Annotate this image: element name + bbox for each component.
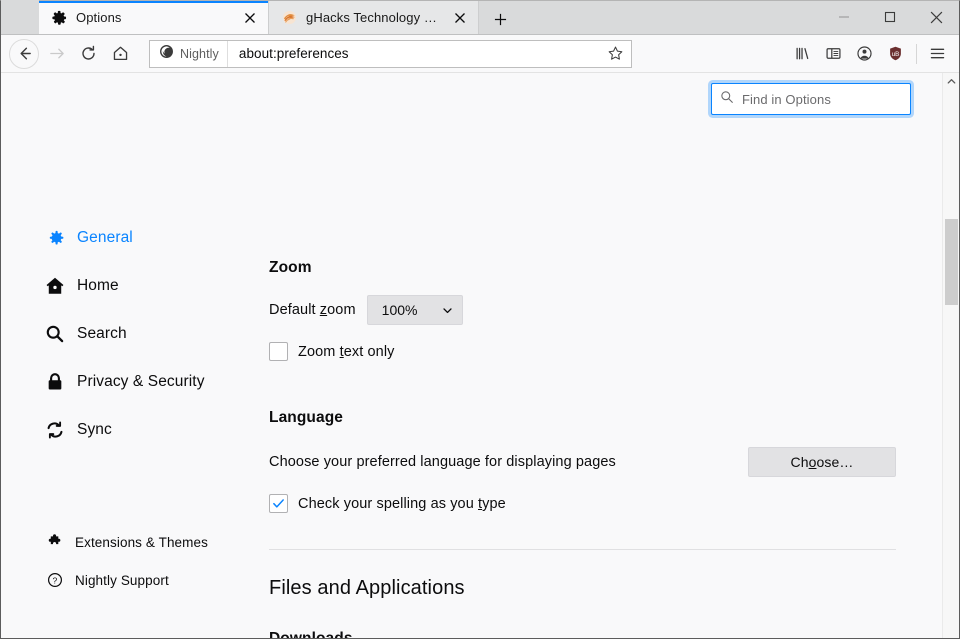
spellcheck-row[interactable]: Check your spelling as you type — [269, 494, 896, 513]
section-divider — [269, 549, 896, 550]
url-text[interactable]: about:preferences — [228, 46, 601, 61]
preferences-sidebar: General Home — [1, 73, 259, 638]
page-scrollbar[interactable] — [942, 73, 959, 638]
close-tab-icon[interactable] — [450, 8, 470, 28]
close-tab-icon[interactable] — [240, 8, 260, 28]
toolbar-divider — [916, 44, 917, 64]
spellcheck-checkbox[interactable] — [269, 494, 288, 513]
language-heading: Language — [269, 409, 896, 427]
back-button[interactable] — [9, 39, 39, 69]
zoom-text-only-checkbox[interactable] — [269, 342, 288, 361]
preferences-root: Find in Options General — [1, 73, 942, 638]
default-zoom-row: Default zoom 100% — [269, 295, 896, 325]
downloads-heading: Downloads — [269, 630, 896, 638]
files-applications-heading: Files and Applications — [269, 577, 896, 600]
tab-label: Options — [76, 10, 234, 25]
puzzle-piece-icon — [47, 534, 63, 550]
scroll-up-arrow-icon[interactable] — [943, 73, 959, 90]
default-zoom-dropdown[interactable]: 100% — [367, 295, 463, 325]
close-button[interactable] — [913, 1, 959, 33]
chevron-down-icon — [442, 305, 453, 316]
files-and-applications-section: Files and Applications Downloads Save fi… — [269, 577, 896, 638]
sidebar-item-label: Search — [77, 325, 127, 343]
sidebar-bottom-group: Extensions & Themes ? Nightly Support — [1, 528, 259, 638]
new-tab-button[interactable] — [483, 4, 517, 34]
tab-strip: Options gHacks Technology News — [1, 1, 959, 35]
tab-label: gHacks Technology News — [306, 10, 444, 25]
sidebar-item-label: General — [77, 229, 133, 247]
svg-text:?: ? — [53, 575, 58, 585]
zoom-text-only-label: Zoom text only — [298, 344, 395, 360]
search-icon — [720, 90, 734, 109]
identity-label: Nightly — [180, 47, 219, 61]
home-icon — [45, 276, 65, 296]
sidebar-item-general[interactable]: General — [1, 221, 259, 255]
minimize-button[interactable] — [821, 1, 867, 33]
hamburger-menu-icon[interactable] — [922, 39, 953, 69]
sidebar-item-sync[interactable]: Sync — [1, 413, 259, 447]
maximize-button[interactable] — [867, 1, 913, 33]
sidebar-item-label: Sync — [77, 421, 112, 439]
toolbar-icon-group: uB — [787, 39, 953, 69]
tab-options[interactable]: Options — [39, 1, 268, 34]
lock-icon — [45, 372, 65, 392]
sidebar-item-label: Nightly Support — [75, 573, 169, 588]
tab-ghacks[interactable]: gHacks Technology News — [268, 1, 479, 34]
preferences-page: Find in Options General — [1, 73, 959, 638]
spellcheck-label: Check your spelling as you type — [298, 496, 506, 512]
library-icon[interactable] — [787, 39, 818, 69]
default-zoom-label: Default zoom — [269, 302, 356, 318]
choose-language-button[interactable]: Choose… — [748, 447, 896, 477]
home-button[interactable] — [105, 39, 135, 69]
language-section: Language Choose your preferred language … — [269, 409, 896, 513]
bookmark-star-icon[interactable] — [601, 41, 629, 67]
address-bar[interactable]: Nightly about:preferences — [149, 40, 632, 68]
sidebar-item-label: Home — [77, 277, 119, 295]
zoom-text-only-row[interactable]: Zoom text only — [269, 342, 896, 361]
ublock-shield-icon[interactable]: uB — [880, 39, 911, 69]
tab-strip-empty-area — [517, 0, 821, 34]
sidebar-item-privacy-security[interactable]: Privacy & Security — [1, 365, 259, 399]
window-controls — [821, 0, 959, 34]
nightly-logo-icon — [159, 44, 174, 64]
forward-button — [41, 39, 71, 69]
sidebar-item-search[interactable]: Search — [1, 317, 259, 351]
gear-icon — [45, 228, 65, 248]
scrollbar-thumb[interactable] — [945, 219, 958, 305]
language-description-row: Choose your preferred language for displ… — [269, 447, 896, 477]
zoom-section: Zoom Default zoom 100% — [269, 259, 896, 361]
sidebar-item-home[interactable]: Home — [1, 269, 259, 303]
sidebar-item-extensions-themes[interactable]: Extensions & Themes — [1, 528, 259, 556]
search-icon — [45, 324, 65, 344]
navigation-toolbar: Nightly about:preferences — [1, 35, 959, 73]
ghacks-favicon — [281, 10, 297, 26]
preferences-main-pane: Zoom Default zoom 100% — [259, 73, 942, 638]
search-input[interactable]: Find in Options — [711, 83, 911, 115]
gear-icon — [51, 10, 67, 26]
sync-icon — [45, 420, 65, 440]
identity-box[interactable]: Nightly — [150, 41, 228, 67]
sidebar-item-label: Privacy & Security — [77, 373, 205, 391]
default-zoom-value: 100% — [382, 302, 418, 318]
question-mark-icon: ? — [47, 572, 63, 588]
account-icon[interactable] — [849, 39, 880, 69]
sidebar-icon[interactable] — [818, 39, 849, 69]
sidebar-item-label: Extensions & Themes — [75, 535, 208, 550]
find-in-options-wrapper: Find in Options — [711, 83, 911, 115]
svg-text:uB: uB — [892, 51, 900, 58]
zoom-heading: Zoom — [269, 259, 896, 277]
language-description: Choose your preferred language for displ… — [269, 454, 616, 470]
browser-window: Options gHacks Technology News — [0, 0, 960, 639]
reload-button[interactable] — [73, 39, 103, 69]
search-placeholder: Find in Options — [742, 92, 831, 107]
sidebar-item-nightly-support[interactable]: ? Nightly Support — [1, 566, 259, 594]
tab-strip-left-spacer — [1, 0, 39, 34]
